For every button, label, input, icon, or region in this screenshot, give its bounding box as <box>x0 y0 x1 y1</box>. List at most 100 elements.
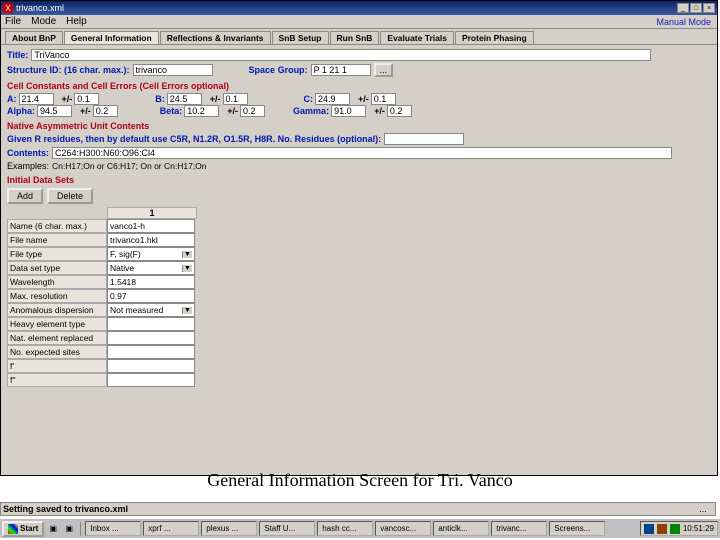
row-anom-select[interactable]: Not measured▼ <box>107 303 195 317</box>
alpha-err-input[interactable] <box>93 105 118 117</box>
task-item[interactable]: hash cc... <box>317 521 373 536</box>
alpha-pm-label: +/- <box>80 106 91 116</box>
beta-label: Beta: <box>160 106 183 116</box>
row-natrep-label: Nat. element replaced <box>7 331 107 345</box>
task-item[interactable]: anticlk... <box>433 521 489 536</box>
task-item[interactable]: Screens... <box>549 521 605 536</box>
a-pm-label: +/- <box>62 94 73 104</box>
app-icon: X <box>3 3 13 13</box>
space-label: Space Group: <box>249 65 308 75</box>
row-fp-input[interactable] <box>107 359 195 373</box>
section-native-title: Native Asymmetric Unit Contents <box>7 121 711 131</box>
row-name-label: Name (6 char. max.) <box>7 219 107 233</box>
examples-label: Examples: <box>7 161 49 171</box>
contents-input[interactable] <box>52 147 672 159</box>
row-maxres-input[interactable] <box>107 289 195 303</box>
b-input[interactable] <box>167 93 202 105</box>
menu-file[interactable]: File <box>5 16 21 27</box>
tab-general[interactable]: General Information <box>64 31 159 44</box>
a-input[interactable] <box>19 93 54 105</box>
task-item[interactable]: trivanc... <box>491 521 547 536</box>
status-message: Setting saved to trivanco.xml <box>3 504 693 514</box>
slide-caption: General Information Screen for Tri. Vanc… <box>0 470 720 491</box>
statusbar: Setting saved to trivanco.xml ... <box>0 502 716 516</box>
c-input[interactable] <box>315 93 350 105</box>
clock[interactable]: 10:51:29 <box>683 524 714 533</box>
gamma-err-input[interactable] <box>387 105 412 117</box>
row-dataset-select[interactable]: Native▼ <box>107 261 195 275</box>
gamma-label: Gamma: <box>293 106 329 116</box>
start-button[interactable]: Start <box>2 521 44 537</box>
c-pm-label: +/- <box>358 94 369 104</box>
task-item[interactable]: Staff U... <box>259 521 315 536</box>
tab-about[interactable]: About BnP <box>5 31 63 44</box>
residues-input[interactable] <box>384 133 464 145</box>
quicklaunch-icon[interactable]: ▣ <box>62 522 76 536</box>
close-button[interactable]: × <box>703 3 715 13</box>
title-input[interactable] <box>31 49 651 61</box>
beta-pm-label: +/- <box>227 106 238 116</box>
space-browse-button[interactable]: ... <box>374 63 394 77</box>
struct-input[interactable] <box>133 64 213 76</box>
gamma-pm-label: +/- <box>374 106 385 116</box>
tab-evaluate[interactable]: Evaluate Trials <box>380 31 454 44</box>
gamma-input[interactable] <box>331 105 366 117</box>
col-header-1: 1 <box>107 207 197 219</box>
alpha-label: Alpha: <box>7 106 35 116</box>
b-label: B: <box>155 94 165 104</box>
row-expected-input[interactable] <box>107 345 195 359</box>
tab-phasing[interactable]: Protein Phasing <box>455 31 534 44</box>
contents-label: Contents: <box>7 148 49 158</box>
row-dataset-label: Data set type <box>7 261 107 275</box>
tray-icon[interactable] <box>670 524 680 534</box>
task-item[interactable]: xprf ... <box>143 521 199 536</box>
maximize-button[interactable]: □ <box>690 3 702 13</box>
data-table: 1 Name (6 char. max.) File name File typ… <box>7 207 711 387</box>
status-dots: ... <box>693 504 713 514</box>
minimize-button[interactable]: _ <box>677 3 689 13</box>
quicklaunch-icon[interactable]: ▣ <box>46 522 60 536</box>
tray-icon[interactable] <box>657 524 667 534</box>
task-item[interactable]: plexus ... <box>201 521 257 536</box>
space-input[interactable] <box>311 64 371 76</box>
row-name-input[interactable] <box>107 219 195 233</box>
a-err-input[interactable] <box>74 93 99 105</box>
beta-err-input[interactable] <box>240 105 265 117</box>
row-filename-input[interactable] <box>107 233 195 247</box>
c-label: C: <box>304 94 314 104</box>
section-cell-title: Cell Constants and Cell Errors (Cell Err… <box>7 81 711 91</box>
menu-mode[interactable]: Mode <box>31 16 56 27</box>
row-filename-label: File name <box>7 233 107 247</box>
row-fpp-label: f'' <box>7 373 107 387</box>
row-heavy-input[interactable] <box>107 317 195 331</box>
add-button[interactable]: Add <box>7 188 43 204</box>
row-filetype-select[interactable]: F, sig(F)▼ <box>107 247 195 261</box>
examples-text: Cn:H17;On or C6:H17; On or Cn:H17;On <box>52 161 207 171</box>
tab-setup[interactable]: SnB Setup <box>272 31 329 44</box>
tabs: About BnP General Information Reflection… <box>1 29 717 45</box>
beta-input[interactable] <box>184 105 219 117</box>
c-err-input[interactable] <box>371 93 396 105</box>
menu-help[interactable]: Help <box>66 16 87 27</box>
row-maxres-label: Max. resolution <box>7 289 107 303</box>
delete-button[interactable]: Delete <box>47 188 93 204</box>
tab-run[interactable]: Run SnB <box>330 31 380 44</box>
mode-indicator[interactable]: Manual Mode <box>656 17 711 27</box>
tray-icon[interactable] <box>644 524 654 534</box>
row-wavelength-input[interactable] <box>107 275 195 289</box>
task-item[interactable]: Inbox ... <box>85 521 141 536</box>
task-item[interactable]: vancosc... <box>375 521 431 536</box>
row-heavy-label: Heavy element type <box>7 317 107 331</box>
tab-reflections[interactable]: Reflections & Invariants <box>160 31 271 44</box>
given-label: Given R residues, then by default use C5… <box>7 134 381 144</box>
b-err-input[interactable] <box>223 93 248 105</box>
title-label: Title: <box>7 50 28 60</box>
alpha-input[interactable] <box>37 105 72 117</box>
row-fpp-input[interactable] <box>107 373 195 387</box>
row-expected-label: No. expected sites <box>7 345 107 359</box>
b-pm-label: +/- <box>210 94 221 104</box>
system-tray: 10:51:29 <box>640 521 718 536</box>
chevron-down-icon: ▼ <box>182 265 192 272</box>
row-natrep-input[interactable] <box>107 331 195 345</box>
row-fp-label: f' <box>7 359 107 373</box>
